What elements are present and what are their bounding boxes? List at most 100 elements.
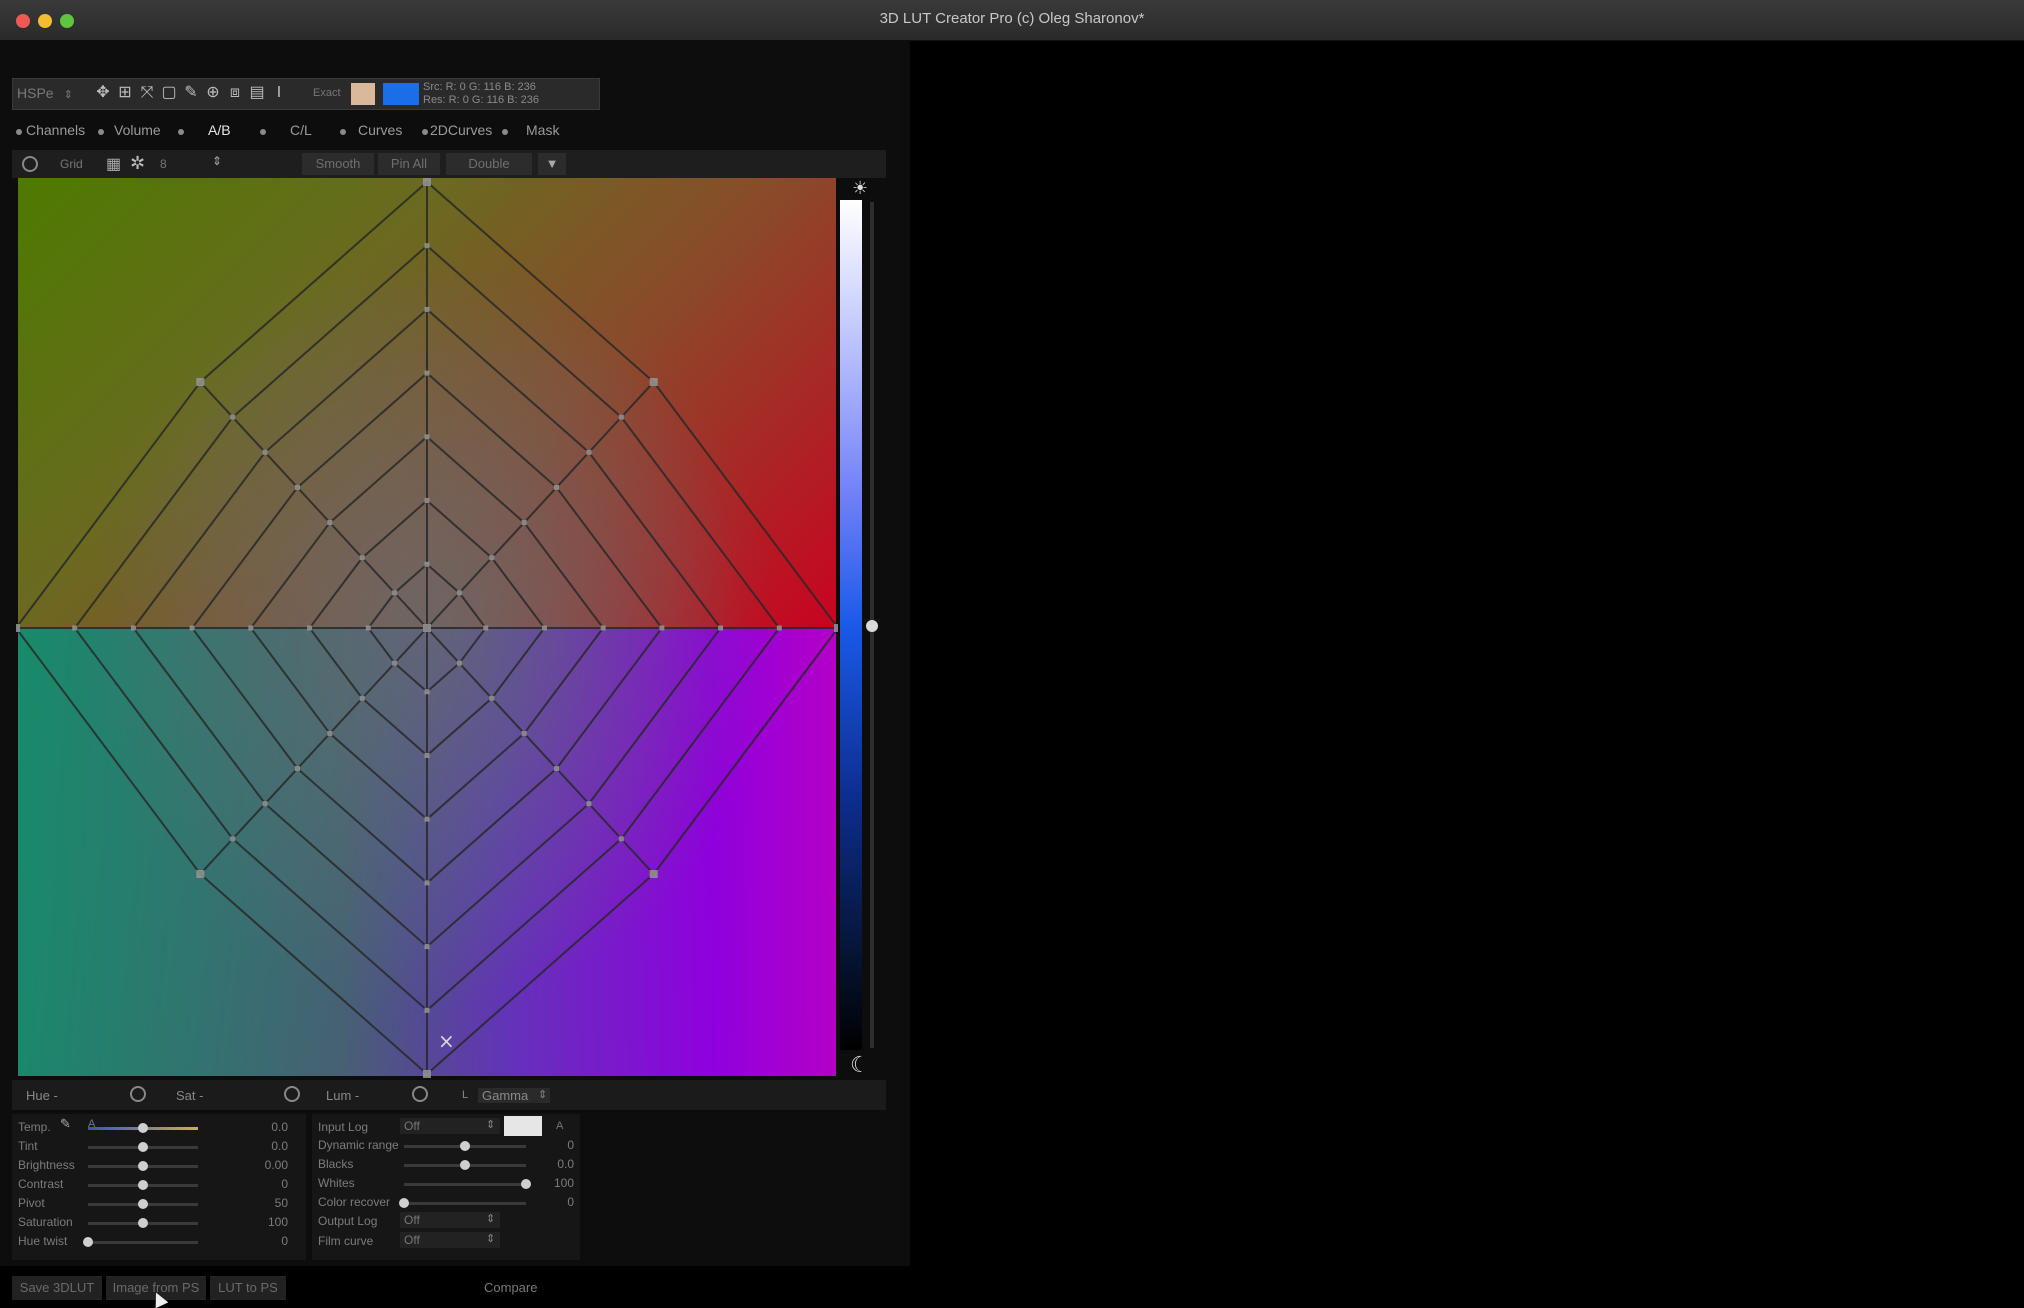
control-slider-knob[interactable] (138, 1123, 148, 1133)
control-slider-knob[interactable] (138, 1199, 148, 1209)
exact-toggle[interactable]: Exact (313, 87, 341, 99)
tab-curves[interactable]: Curves (358, 122, 402, 138)
lut-to-ps-button[interactable]: LUT to PS (210, 1276, 286, 1300)
grid-point[interactable] (424, 689, 430, 695)
lum-select[interactable]: Lum - (326, 1088, 359, 1103)
grid-point[interactable] (16, 624, 20, 632)
grid-point[interactable] (248, 625, 254, 631)
grid-point[interactable] (424, 370, 430, 376)
tab-cl[interactable]: C/L (290, 122, 312, 138)
grid-point[interactable] (600, 625, 606, 631)
grid-point[interactable] (392, 590, 398, 596)
grid-point[interactable] (834, 624, 838, 632)
sat-select[interactable]: Sat - (176, 1088, 203, 1103)
grid-point[interactable] (456, 590, 462, 596)
grid-point[interactable] (456, 660, 462, 666)
eyedropper-icon[interactable]: ✎ (60, 1116, 71, 1132)
grid-point[interactable] (424, 498, 430, 504)
save-3dlut-button[interactable]: Save 3DLUT (12, 1276, 102, 1300)
grid-point[interactable] (230, 836, 236, 842)
grid-count-value[interactable]: 8 (160, 157, 167, 171)
grid-point[interactable] (307, 625, 313, 631)
grid-point[interactable] (424, 944, 430, 950)
hue-reset-icon[interactable] (130, 1086, 146, 1102)
scale-icon[interactable]: ⤧ (139, 84, 155, 102)
grid-point[interactable] (618, 836, 624, 842)
control-slider-knob[interactable] (138, 1180, 148, 1190)
grid-point[interactable] (618, 414, 624, 420)
grid-point[interactable] (392, 660, 398, 666)
grid-move-icon[interactable]: ⊞ (117, 84, 133, 102)
grid-point[interactable] (554, 766, 560, 772)
grid-point[interactable] (521, 520, 527, 526)
lum-reset-icon[interactable] (412, 1086, 428, 1102)
chevron-updown-icon[interactable]: ⇕ (212, 154, 222, 168)
zoom-icon[interactable]: ⊕ (205, 84, 221, 102)
tab-mask[interactable]: Mask (526, 122, 559, 138)
ab-color-grid[interactable]: × (16, 176, 838, 1078)
blacks-knob[interactable] (460, 1160, 470, 1170)
tab-ab[interactable]: A/B (208, 122, 231, 138)
grid-point[interactable] (649, 378, 658, 387)
control-slider-knob[interactable] (83, 1237, 93, 1247)
hue-select[interactable]: Hue - (26, 1088, 58, 1103)
grid-point[interactable] (196, 378, 205, 387)
tab-volume[interactable]: Volume (114, 122, 161, 138)
input-log-auto-button[interactable]: A (556, 1120, 563, 1132)
grid-point[interactable] (424, 243, 430, 249)
grid-point[interactable] (294, 484, 300, 490)
reset-icon[interactable] (22, 156, 38, 172)
pin-all-button[interactable]: Pin All (378, 153, 440, 175)
control-slider-knob[interactable] (138, 1142, 148, 1152)
luminance-slider-knob[interactable] (866, 620, 878, 632)
grid-point[interactable] (359, 695, 365, 701)
grid-center-point[interactable] (423, 624, 431, 632)
sat-reset-icon[interactable] (284, 1086, 300, 1102)
grid-point[interactable] (262, 801, 268, 807)
grid-point[interactable] (586, 801, 592, 807)
grid-point[interactable] (424, 880, 430, 886)
grid-point[interactable] (230, 414, 236, 420)
grid-point[interactable] (554, 484, 560, 490)
grid-point[interactable] (423, 1070, 431, 1078)
grid-point[interactable] (424, 752, 430, 758)
grid-point[interactable] (196, 869, 205, 878)
grid-point[interactable] (359, 555, 365, 561)
dropdown-arrow-icon[interactable]: ▼ (538, 153, 566, 175)
move-icon[interactable]: ✥ (95, 84, 111, 102)
grid-point[interactable] (718, 625, 724, 631)
control-slider-knob[interactable] (138, 1161, 148, 1171)
color-recover-slider[interactable] (404, 1202, 526, 1205)
grid-point[interactable] (424, 306, 430, 312)
compare-icon[interactable]: ▤ (249, 84, 265, 102)
grid-point[interactable] (424, 561, 430, 567)
grid-point[interactable] (483, 625, 489, 631)
text-cursor-icon[interactable]: I (271, 84, 287, 102)
film-curve-select[interactable]: Off (400, 1232, 500, 1248)
grid-point[interactable] (327, 730, 333, 736)
color-recover-knob[interactable] (399, 1198, 409, 1208)
grid-radial-icon[interactable]: ✲ (130, 153, 145, 174)
white-point-swatch[interactable] (504, 1116, 542, 1136)
dynamic-range-knob[interactable] (460, 1141, 470, 1151)
tab-channels[interactable]: Channels (26, 122, 85, 138)
grid-point[interactable] (424, 816, 430, 822)
grid-square-icon[interactable]: ▦ (106, 154, 121, 174)
grid-point[interactable] (423, 178, 431, 186)
eyedropper-icon[interactable]: ✎ (183, 84, 199, 102)
whites-slider[interactable] (404, 1183, 526, 1186)
compare-button[interactable]: Compare (484, 1280, 537, 1295)
control-slider[interactable] (88, 1241, 198, 1244)
grid-point[interactable] (262, 449, 268, 455)
grid-point[interactable] (130, 625, 136, 631)
whites-knob[interactable] (521, 1179, 531, 1189)
grid-point[interactable] (489, 695, 495, 701)
input-log-select[interactable]: Off (400, 1118, 500, 1134)
crop-icon[interactable]: ⧈ (227, 84, 243, 102)
grid-point[interactable] (294, 766, 300, 772)
grid-point[interactable] (424, 1007, 430, 1013)
spider-grid[interactable]: × (16, 176, 838, 1078)
grid-point[interactable] (489, 555, 495, 561)
grid-point[interactable] (649, 869, 658, 878)
select-rect-icon[interactable]: ▢ (161, 84, 177, 102)
